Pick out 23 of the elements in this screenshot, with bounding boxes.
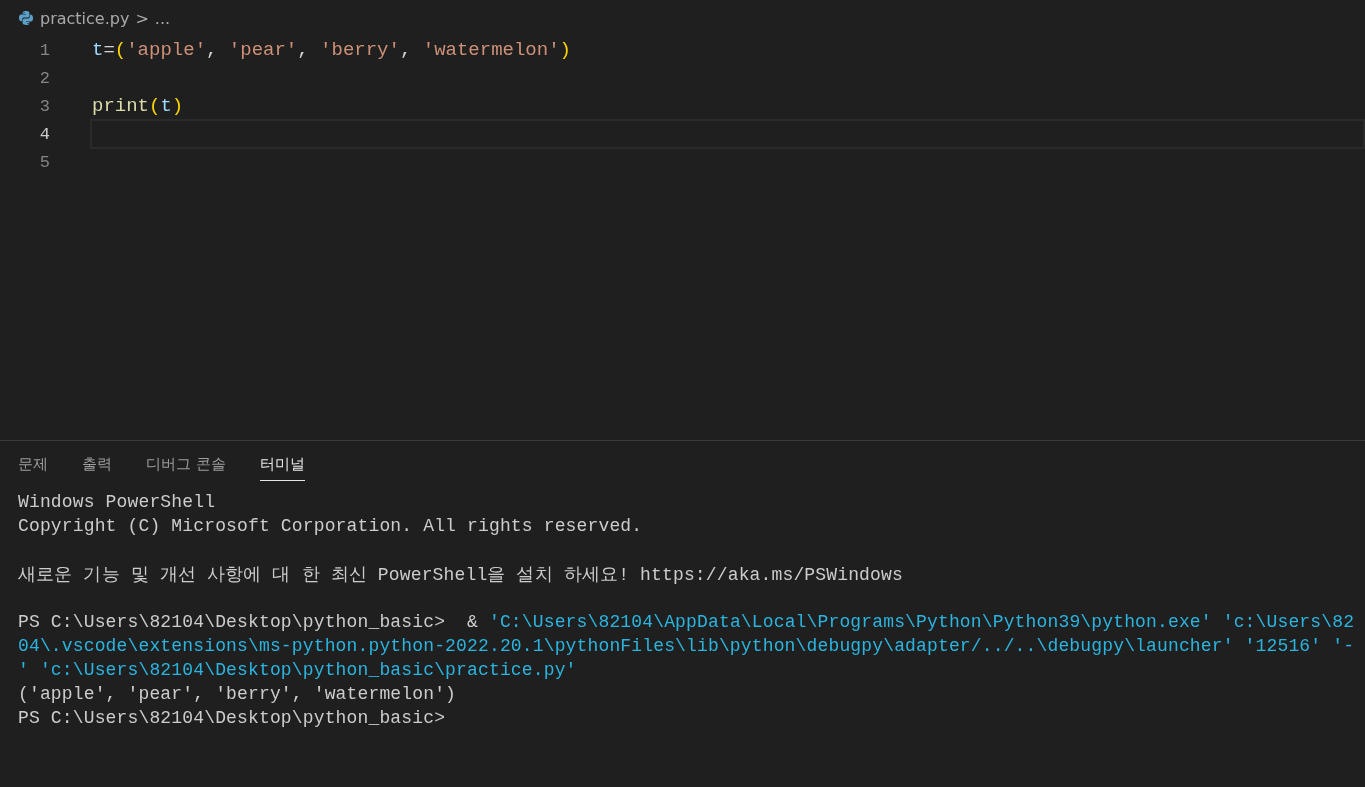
terminal-line: PS C:\Users\82104\Desktop\python_basic> & 'C:\Users\82104\AppData\Local\Programs\Python\Python39\python.exe' 'c:\Users\82 xyxy=(18,612,1355,632)
line-number: 2 xyxy=(38,68,50,88)
panel-tab[interactable]: 디버그 콘솔 xyxy=(146,455,226,481)
breadcrumb-more[interactable]: ... xyxy=(154,8,171,28)
breadcrumb-separator: > xyxy=(135,8,149,28)
terminal-line: 04\.vscode\extensions\ms-python.python-2022.20.1\pythonFiles\lib\python\debugpy\adapter/../..\debugpy\launcher' '12516' '- xyxy=(18,636,1355,656)
terminal-line: ('apple', 'pear', 'berry', 'watermelon') xyxy=(18,684,457,704)
code-line[interactable]: t=('apple', 'pear', 'berry', 'watermelon') xyxy=(90,35,1365,65)
terminal-line: 새로운 기능 및 개선 사항에 대 한 최신 PowerShell을 설치 하세요! https://aka.ms/PSWindows xyxy=(18,564,903,586)
python-file-icon xyxy=(18,10,34,26)
breadcrumb-file[interactable]: practice.py xyxy=(40,8,130,28)
terminal-line: Windows PowerShell xyxy=(18,492,216,512)
panel-tab[interactable]: 출력 xyxy=(82,455,112,481)
terminal-line: Copyright (C) Microsoft Corporation. All rights reserved. xyxy=(18,516,643,536)
panel-tab[interactable]: 터미널 xyxy=(259,455,305,481)
line-number: 3 xyxy=(38,96,50,116)
line-number: 4 xyxy=(38,124,50,144)
code-line[interactable]: print(t) xyxy=(90,91,1365,121)
line-number: 1 xyxy=(38,40,50,60)
line-number: 5 xyxy=(38,152,50,172)
panel-tab[interactable]: 문제 xyxy=(18,455,48,481)
terminal-line: ' 'c:\Users\82104\Desktop\python_basic\practice.py' xyxy=(18,660,577,680)
terminal-line: PS C:\Users\82104\Desktop\python_basic> xyxy=(18,708,446,728)
